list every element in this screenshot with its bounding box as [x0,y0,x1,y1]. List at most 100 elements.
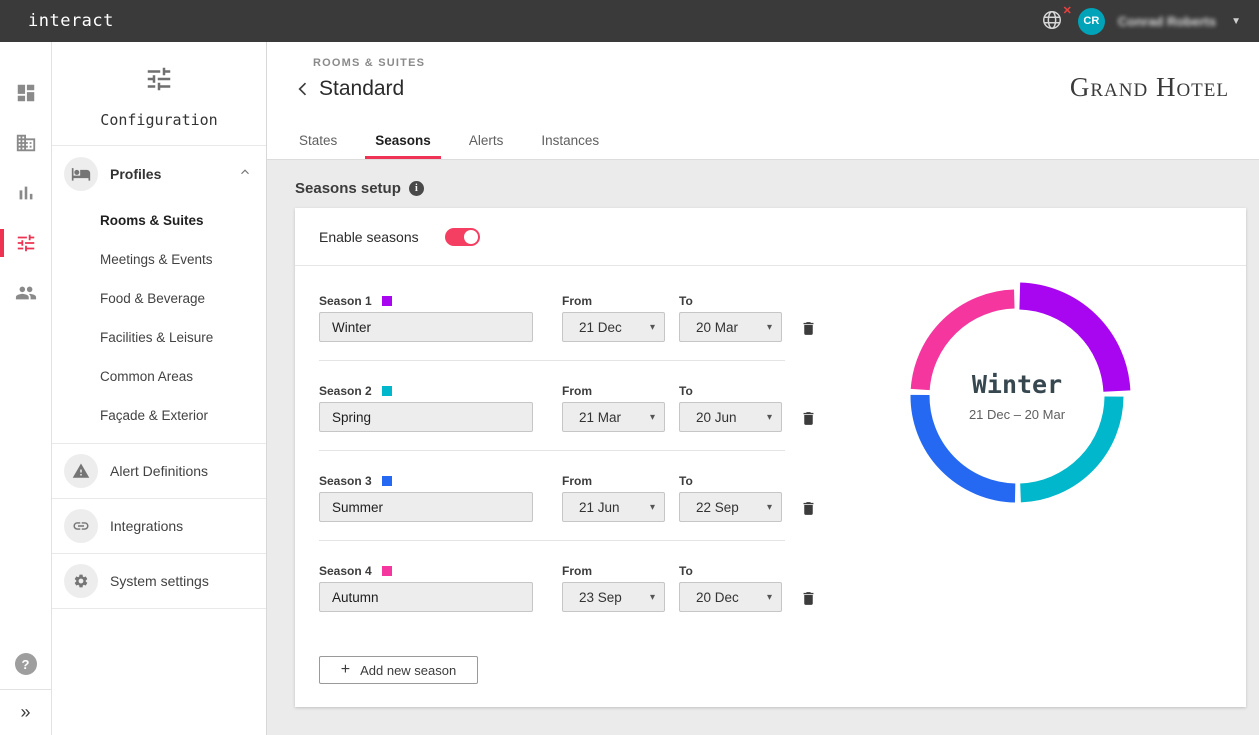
caret-down-icon: ▾ [767,502,772,513]
tab-states[interactable]: States [297,125,339,159]
user-menu-caret-icon[interactable]: ▼ [1231,16,1241,27]
to-label: To [679,564,693,578]
globe-alert-badge-icon: ✕ [1063,4,1072,17]
info-icon[interactable]: i [409,181,424,196]
donut-segment-autumn[interactable] [920,299,1014,390]
season-from-select[interactable]: 21 Dec▾ [562,312,665,342]
tab-instances[interactable]: Instances [539,125,601,159]
tab-seasons[interactable]: Seasons [373,125,433,159]
sidebar-item-meetings-events[interactable]: Meetings & Events [52,240,266,279]
user-name: Conrad Roberts [1118,14,1216,29]
season-name-input[interactable] [319,402,533,432]
delete-season-button[interactable] [798,498,819,522]
delete-season-button[interactable] [798,318,819,342]
help-icon[interactable]: ? [15,653,37,675]
building-icon [15,132,37,154]
rail-item-users[interactable] [0,268,51,318]
season-row: Season 4 From 23 Sep▾ To 20 Dec▾ [319,560,1222,612]
page-title: Standard [319,77,404,101]
season-color-swatch [382,296,392,306]
rail-item-configuration[interactable] [0,218,51,268]
season-label: Season 3 [319,474,372,488]
season-to-select[interactable]: 20 Mar▾ [679,312,782,342]
sidebar-item-integrations[interactable]: Integrations [52,499,266,554]
season-color-swatch [382,476,392,486]
from-label: From [562,384,592,398]
season-color-swatch [382,386,392,396]
interact-logo: interact [28,11,114,31]
donut-segment-summer[interactable] [920,395,1015,493]
caret-down-icon: ▾ [767,592,772,603]
sidebar-item-facilities-leisure[interactable]: Facilities & Leisure [52,318,266,357]
enable-seasons-label: Enable seasons [319,229,419,245]
season-name-input[interactable] [319,582,533,612]
sidebar-item-food-beverage[interactable]: Food & Beverage [52,279,266,318]
language-globe-button[interactable]: ✕ [1041,9,1065,33]
configuration-sidebar: Configuration Profiles Rooms & Suites Me… [52,42,267,735]
sidebar-item-system-settings[interactable]: System settings [52,554,266,609]
sliders-icon [15,232,37,254]
sidebar-item-common-areas[interactable]: Common Areas [52,357,266,396]
season-to-select[interactable]: 20 Dec▾ [679,582,782,612]
system-settings-label: System settings [110,573,209,589]
back-button[interactable] [291,77,315,101]
season-from-select[interactable]: 21 Jun▾ [562,492,665,522]
main-area: ROOMS & SUITES Standard Grand Hotel Stat… [267,42,1259,735]
gear-icon [73,573,89,589]
warning-triangle-icon [72,462,90,480]
donut-segment-spring[interactable] [1021,397,1114,493]
rail-item-reports[interactable] [0,168,51,218]
double-chevron-icon: » [20,702,30,723]
trash-icon [800,410,817,427]
plus-icon: + [341,661,350,679]
expand-sidebar-button[interactable]: » [0,689,51,735]
donut-segment-winter[interactable] [1020,296,1117,391]
people-icon [15,282,37,304]
rail-item-property[interactable] [0,118,51,168]
rail-item-dashboard[interactable] [0,68,51,118]
season-from-select[interactable]: 23 Sep▾ [562,582,665,612]
from-label: From [562,564,592,578]
season-to-select[interactable]: 22 Sep▾ [679,492,782,522]
caret-down-icon: ▾ [650,592,655,603]
season-from-select[interactable]: 21 Mar▾ [562,402,665,432]
sidebar-title: Configuration [52,111,266,129]
user-avatar[interactable]: CR [1078,8,1105,35]
caret-down-icon: ▾ [767,412,772,423]
tab-bar: States Seasons Alerts Instances [297,125,1259,159]
season-name-input[interactable] [319,312,533,342]
trash-icon [800,590,817,607]
add-new-season-button[interactable]: + Add new season [319,656,478,684]
link-icon [72,517,90,535]
page-header: ROOMS & SUITES Standard Grand Hotel Stat… [267,42,1259,160]
sidebar-item-alert-definitions[interactable]: Alert Definitions [52,444,266,499]
dashboard-icon [15,82,37,104]
tab-alerts[interactable]: Alerts [467,125,506,159]
globe-icon [1041,9,1063,31]
grand-hotel-logo: Grand Hotel [1070,74,1229,101]
season-to-select[interactable]: 20 Jun▾ [679,402,782,432]
delete-season-button[interactable] [798,408,819,432]
alert-definitions-label: Alert Definitions [110,463,208,479]
to-label: To [679,384,693,398]
chevron-up-icon [238,165,252,179]
configuration-sliders-icon [144,64,174,94]
sidebar-item-rooms-suites[interactable]: Rooms & Suites [52,201,266,240]
from-label: From [562,474,592,488]
profiles-label: Profiles [110,166,161,182]
seasons-setup-title: Seasons setup [295,180,401,197]
integrations-label: Integrations [110,518,183,534]
from-label: From [562,294,592,308]
caret-down-icon: ▾ [650,502,655,513]
bed-icon [71,164,91,184]
chevron-left-icon [293,79,313,99]
trash-icon [800,320,817,337]
season-name-input[interactable] [319,492,533,522]
enable-seasons-toggle[interactable] [445,228,480,246]
sidebar-item-facade-exterior[interactable]: Façade & Exterior [52,396,266,435]
delete-season-button[interactable] [798,588,819,612]
breadcrumb: ROOMS & SUITES [313,57,1259,69]
sidebar-group-profiles[interactable]: Profiles [52,146,266,201]
top-bar: interact ✕ CR Conrad Roberts ▼ [0,0,1259,42]
seasons-donut-chart: Winter 21 Dec – 20 Mar [901,280,1133,512]
